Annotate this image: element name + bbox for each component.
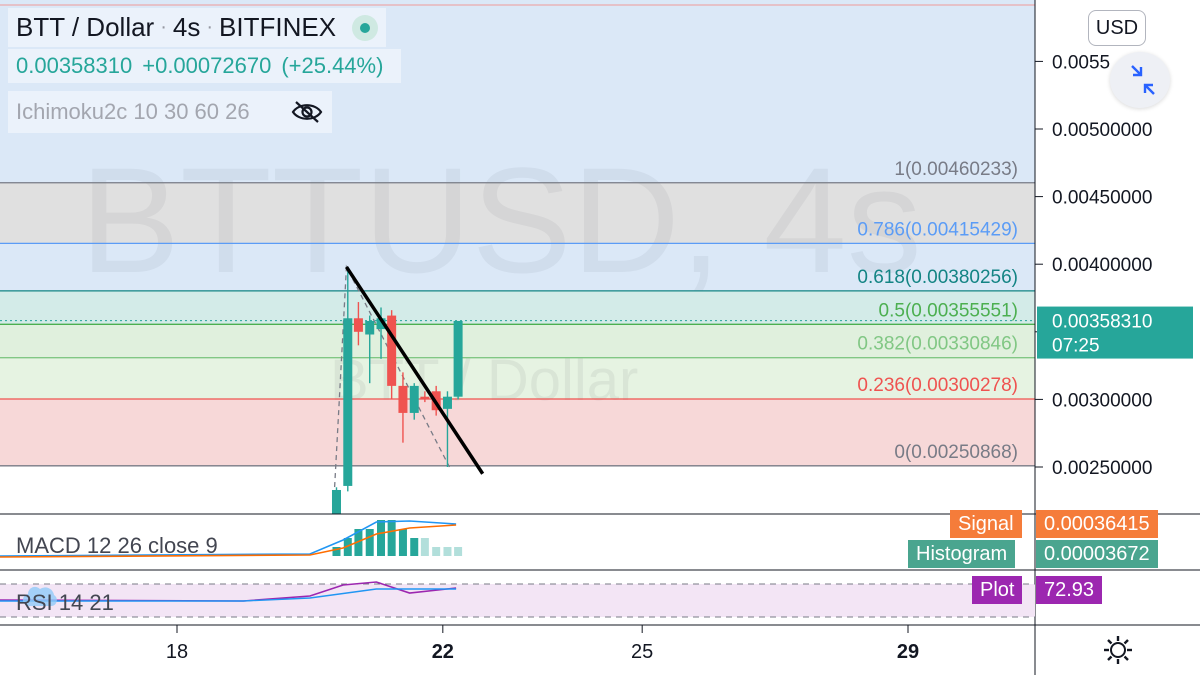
price-tick-label: 0.00250000: [1052, 458, 1152, 479]
last-price-axis-label: 0.00358310: [1052, 312, 1152, 333]
market-open-dot-icon: [352, 14, 379, 41]
candle-body: [365, 320, 375, 335]
price-tick-label: 0.00500000: [1052, 120, 1152, 141]
candle-body: [453, 320, 463, 397]
candle-body: [420, 396, 430, 400]
interval-label: 4s: [172, 12, 201, 42]
macd-signal-label: Signal: [950, 510, 1022, 538]
macd-histogram-value: 0.00003672: [1036, 540, 1158, 568]
macd-histogram-bar: [420, 538, 429, 556]
fib-label: 0.236(0.00300278): [857, 375, 1018, 396]
price-tick-label: 0.00450000: [1052, 188, 1152, 209]
candle-body: [353, 318, 363, 332]
macd-histogram-bar: [432, 547, 441, 556]
currency-button[interactable]: USD: [1088, 10, 1146, 46]
time-tick-label: 29: [897, 641, 919, 663]
fib-label: 1(0.00460233): [894, 159, 1018, 180]
candle-body: [409, 385, 419, 413]
indicator-row[interactable]: Ichimoku2c 10 30 60 26: [8, 91, 332, 133]
bar-countdown: 07:25: [1052, 336, 1100, 357]
price-change: +0.00072670: [142, 53, 272, 78]
macd-histogram-bar: [387, 520, 396, 556]
separator: ·: [206, 16, 214, 38]
fib-label: 0.5(0.00355551): [879, 300, 1018, 321]
rsi-plot-label: Plot: [972, 576, 1023, 604]
macd-histogram-bar: [365, 529, 374, 556]
macd-histogram-bar: [454, 547, 463, 556]
price-tick-label: 0.00400000: [1052, 255, 1152, 276]
fib-label: 0.786(0.00415429): [857, 219, 1018, 240]
time-tick-label: 18: [166, 641, 188, 663]
gear-icon: [1104, 636, 1132, 664]
macd-histogram-bar: [398, 529, 407, 556]
candle-body: [387, 315, 397, 386]
exchange-label: BITFINEX: [219, 12, 337, 42]
candle-body: [398, 385, 408, 413]
fib-label: 0.618(0.00380256): [857, 267, 1018, 288]
price-tick-label: 0.0055: [1052, 52, 1110, 73]
macd-histogram-label: Histogram: [908, 540, 1016, 568]
macd-histogram-bar: [410, 538, 419, 556]
fib-label: 0.382(0.00330846): [857, 334, 1018, 355]
candle-body: [331, 489, 341, 514]
eye-slash-icon[interactable]: [290, 99, 324, 125]
macd-histogram-bar: [443, 547, 452, 556]
macd-signal-value: 0.00036415: [1036, 510, 1158, 538]
macd-label[interactable]: MACD 12 26 close 9: [16, 533, 218, 559]
time-tick-label: 25: [631, 641, 653, 663]
macd-histogram-bar: [377, 520, 386, 556]
price-tick-label: 0.00300000: [1052, 390, 1152, 411]
fib-label: 0(0.00250868): [894, 442, 1018, 463]
rsi-plot-value: 72.93: [1036, 576, 1103, 604]
collapse-arrows-icon: [1131, 65, 1155, 95]
rsi-label[interactable]: RSI 14 21: [16, 590, 114, 616]
chart-watermark: BTTUSD, 4s: [80, 136, 922, 304]
last-price: 0.00358310: [16, 53, 133, 78]
symbol-name: BTT / Dollar: [16, 12, 155, 42]
collapse-button[interactable]: [1110, 52, 1170, 108]
price-row: 0.00358310 +0.00072670 (+25.44%): [8, 49, 402, 83]
settings-button[interactable]: [1100, 632, 1136, 668]
candle-body: [442, 396, 452, 409]
time-tick-label: 22: [432, 641, 454, 663]
candle-body: [343, 318, 353, 486]
chart-legend: BTT / Dollar · 4s · BITFINEX 0.00358310 …: [8, 8, 402, 135]
separator: ·: [160, 16, 167, 38]
price-change-percent: (+25.44%): [281, 53, 384, 78]
symbol-row[interactable]: BTT / Dollar · 4s · BITFINEX: [8, 8, 387, 47]
indicator-name: Ichimoku2c 10 30 60 26: [16, 99, 250, 124]
